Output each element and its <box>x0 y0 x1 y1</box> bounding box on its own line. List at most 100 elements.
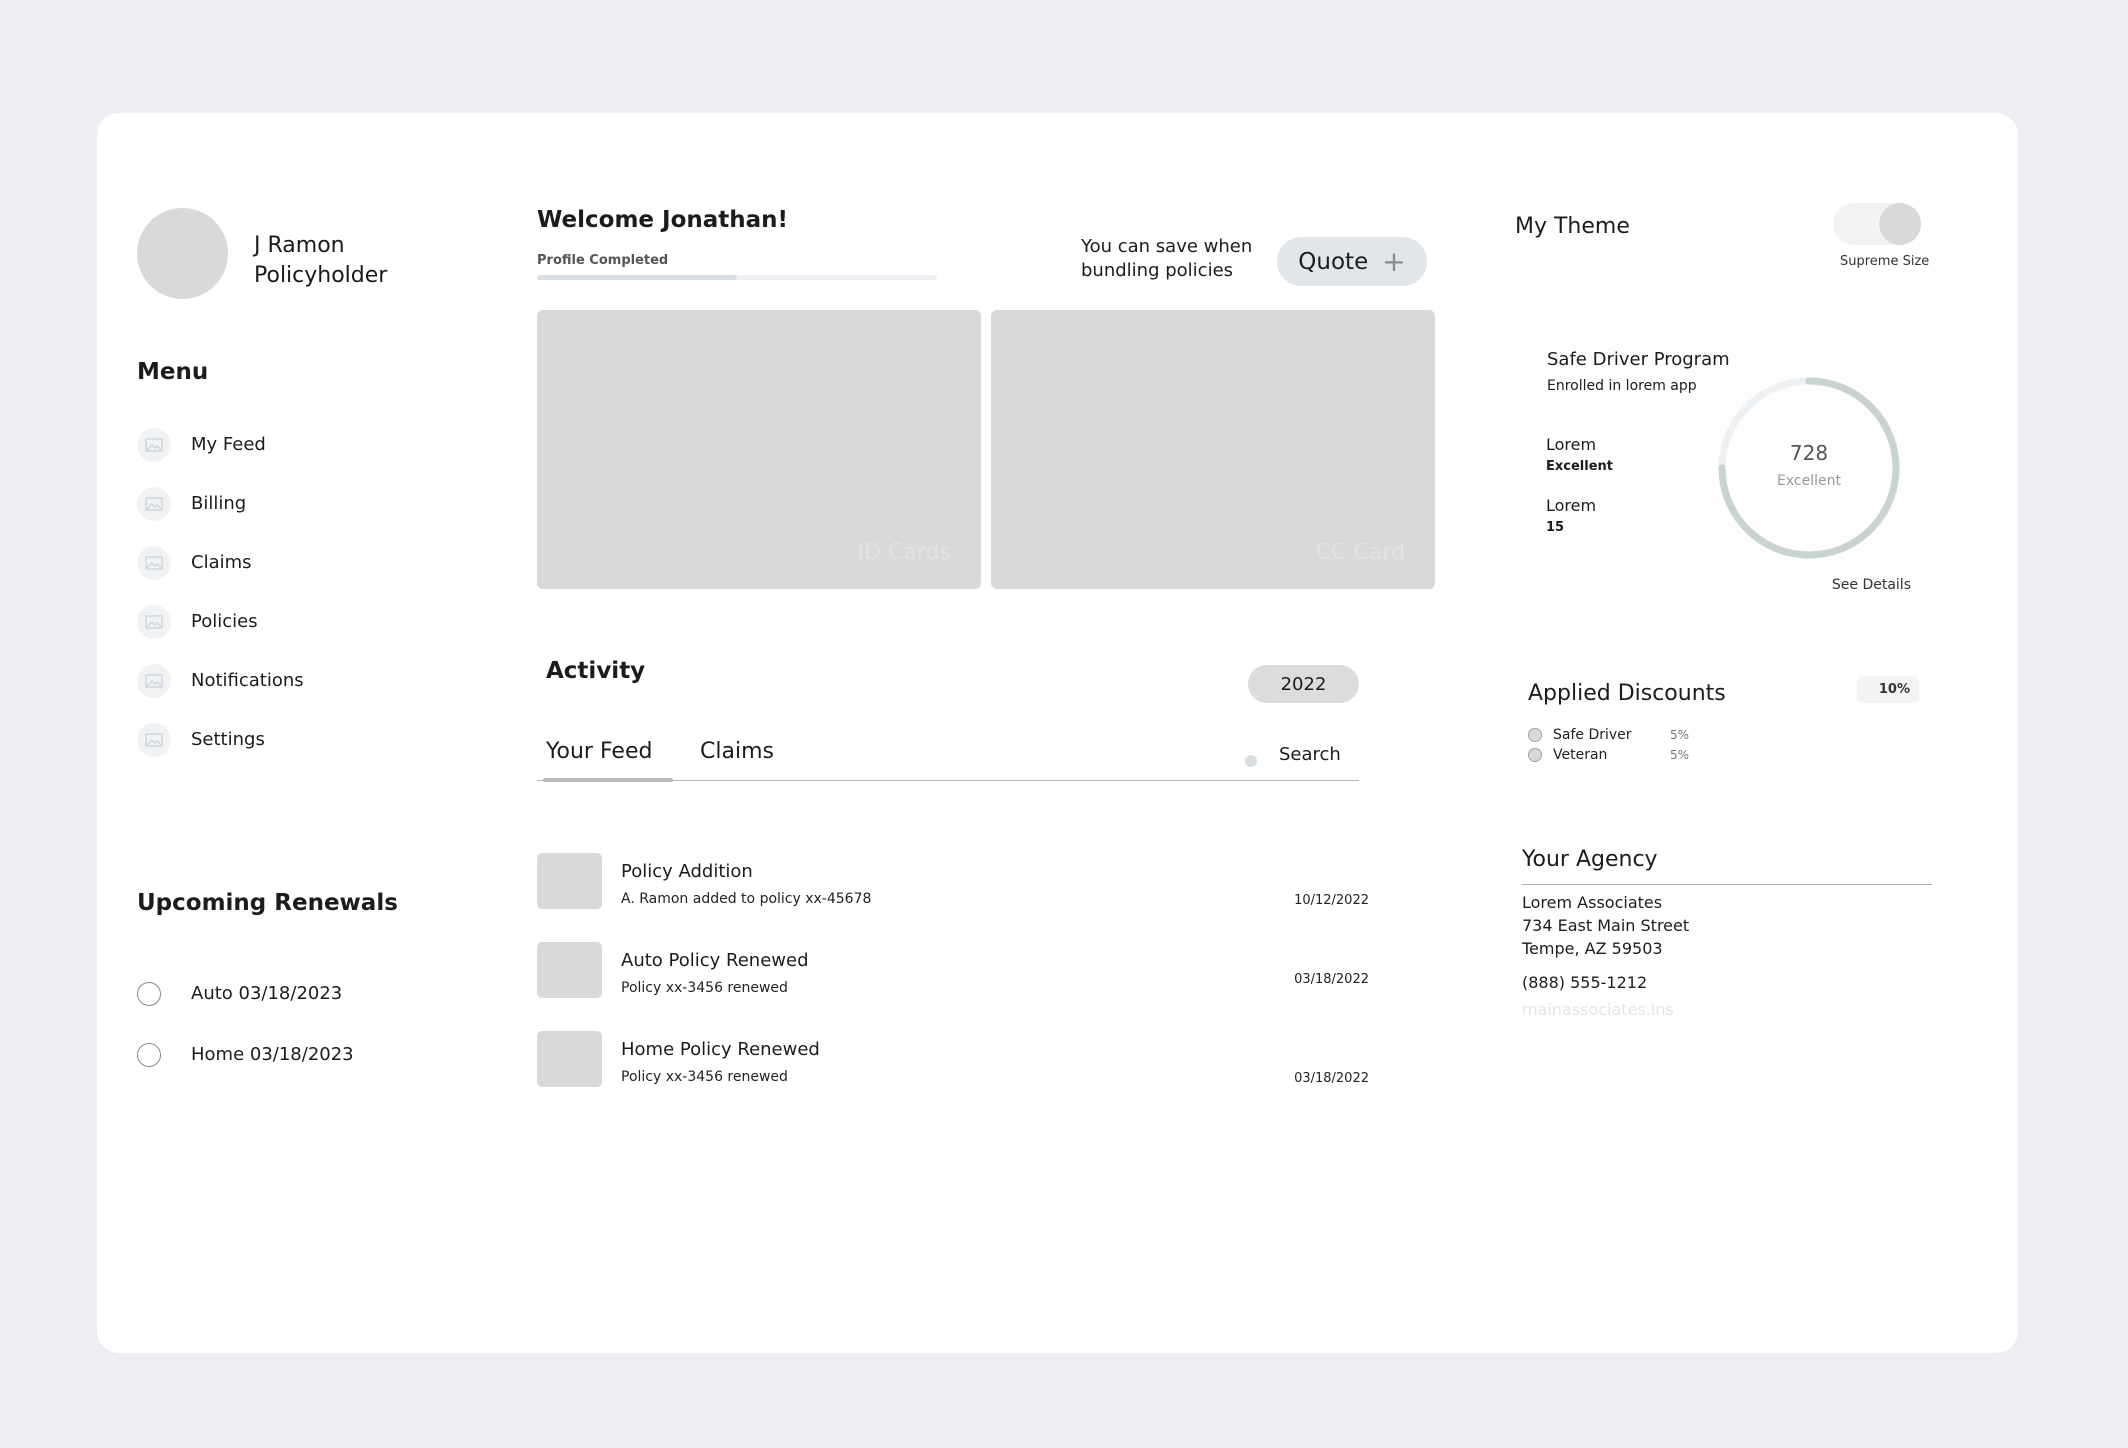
search-button[interactable]: Search <box>1279 744 1341 765</box>
discount-percent: 5% <box>1670 748 1690 762</box>
stat-label: Lorem <box>1546 435 1597 454</box>
renewal-radio[interactable] <box>137 981 161 1006</box>
menu-item-label: Notifications <box>191 670 304 691</box>
profile-role: Policyholder <box>254 263 388 288</box>
search-icon[interactable] <box>1245 755 1257 767</box>
welcome-title: Welcome Jonathan! <box>537 207 789 233</box>
feed-item[interactable]: Home Policy Renewed Policy xx-3456 renew… <box>537 1031 1369 1120</box>
progress-fill <box>537 275 737 280</box>
menu-item-claims[interactable]: Claims <box>137 533 437 592</box>
feed-item[interactable]: Auto Policy Renewed Policy xx-3456 renew… <box>537 942 1369 1031</box>
menu-item-settings[interactable]: Settings <box>137 710 437 769</box>
feed-thumbnail <box>537 942 602 998</box>
agency-phone[interactable]: (888) 555-1212 <box>1522 973 1647 992</box>
stat-value: Excellent <box>1546 459 1613 474</box>
feed-item[interactable]: Policy Addition A. Ramon added to policy… <box>537 853 1369 942</box>
discount-dot <box>1528 748 1542 762</box>
agency-city: Tempe, AZ 59503 <box>1522 939 1663 958</box>
discount-total-badge: 10% <box>1857 676 1919 703</box>
discount-percent: 5% <box>1670 728 1690 742</box>
feed-title: Home Policy Renewed <box>621 1039 820 1060</box>
tab-your-feed[interactable]: Your Feed <box>546 739 652 764</box>
safe-driver-subtitle: Enrolled in lorem app <box>1547 378 1697 394</box>
quote-label: Quote <box>1298 248 1369 275</box>
bundle-text: You can save when bundling policies <box>1081 236 1253 281</box>
agency-street: 734 East Main Street <box>1522 916 1690 935</box>
activity-tabs: Your Feed Claims Search <box>537 733 1359 782</box>
safe-driver-title: Safe Driver Program <box>1547 349 1730 370</box>
menu-item-label: My Feed <box>191 434 266 455</box>
image-icon <box>137 545 171 580</box>
image-icon <box>137 427 171 462</box>
menu-item-label: Billing <box>191 493 247 514</box>
image-icon <box>137 486 171 521</box>
menu-item-label: Policies <box>191 611 258 632</box>
feed-subtitle: Policy xx-3456 renewed <box>621 980 788 996</box>
plus-icon: + <box>1382 244 1406 278</box>
feed-date: 03/18/2022 <box>1294 972 1369 987</box>
year-selector[interactable]: 2022 <box>1248 665 1359 703</box>
profile-progress-bar <box>537 275 937 280</box>
stat-label: Lorem <box>1546 496 1597 515</box>
see-details-link[interactable]: See Details <box>1832 577 1911 593</box>
feed-subtitle: Policy xx-3456 renewed <box>621 1069 788 1085</box>
discount-dot <box>1528 728 1542 742</box>
menu-heading: Menu <box>137 359 209 385</box>
discount-name: Veteran <box>1553 747 1608 763</box>
menu-item-my-feed[interactable]: My Feed <box>137 415 437 474</box>
card-label: ID Cards <box>857 540 951 565</box>
image-icon <box>137 722 171 757</box>
agency-website-link[interactable]: mainassociates.ins <box>1522 1000 1674 1019</box>
image-icon <box>137 604 171 639</box>
feed-date: 03/18/2022 <box>1294 1071 1369 1086</box>
image-icon <box>137 663 171 698</box>
discounts-heading: Applied Discounts <box>1528 681 1726 706</box>
discount-item: Veteran 5% <box>1528 745 1689 765</box>
driver-score-label: Excellent <box>1777 473 1841 489</box>
menu-item-label: Settings <box>191 729 265 750</box>
renewal-label: Home 03/18/2023 <box>191 1044 354 1065</box>
profile-info: J Ramon Policyholder <box>254 231 387 291</box>
progress-label: Profile Completed <box>537 253 669 268</box>
avatar[interactable] <box>137 208 228 299</box>
theme-label: My Theme <box>1515 214 1630 239</box>
id-cards-card[interactable]: ID Cards <box>537 310 981 589</box>
renewal-item-home[interactable]: Home 03/18/2023 <box>137 1024 354 1085</box>
activity-heading: Activity <box>546 658 646 684</box>
toggle-knob <box>1879 203 1921 245</box>
feed-date: 10/12/2022 <box>1294 893 1369 908</box>
renewal-list: Auto 03/18/2023 Home 03/18/2023 <box>137 963 354 1085</box>
discount-item: Safe Driver 5% <box>1528 725 1689 745</box>
feed-title: Policy Addition <box>621 861 753 882</box>
driver-score: 728 <box>1789 441 1829 465</box>
feed-subtitle: A. Ramon added to policy xx-45678 <box>621 891 872 907</box>
feed-list: Policy Addition A. Ramon added to policy… <box>537 853 1369 1120</box>
menu-list: My Feed Billing Claims Policies Notifica… <box>137 415 437 769</box>
menu-item-label: Claims <box>191 552 252 573</box>
card-label: CC Card <box>1315 540 1405 565</box>
cc-card[interactable]: CC Card <box>991 310 1435 589</box>
discount-list: Safe Driver 5% Veteran 5% <box>1528 725 1689 765</box>
menu-item-billing[interactable]: Billing <box>137 474 437 533</box>
tab-claims[interactable]: Claims <box>700 739 774 764</box>
agency-heading: Your Agency <box>1522 847 1932 885</box>
score-ring <box>1718 377 1900 559</box>
feed-title: Auto Policy Renewed <box>621 950 809 971</box>
quote-button[interactable]: Quote + <box>1277 237 1427 286</box>
safe-driver-card: Safe Driver Program Enrolled in lorem ap… <box>1527 333 1927 603</box>
renewal-item-auto[interactable]: Auto 03/18/2023 <box>137 963 354 1024</box>
theme-toggle[interactable] <box>1833 203 1921 245</box>
feed-thumbnail <box>537 1031 602 1087</box>
feed-thumbnail <box>537 853 602 909</box>
renewal-radio[interactable] <box>137 1042 161 1067</box>
stat-value: 15 <box>1546 520 1565 535</box>
agency-name: Lorem Associates <box>1522 893 1663 912</box>
menu-item-notifications[interactable]: Notifications <box>137 651 437 710</box>
discount-name: Safe Driver <box>1553 727 1632 743</box>
menu-item-policies[interactable]: Policies <box>137 592 437 651</box>
renewals-heading: Upcoming Renewals <box>137 890 398 916</box>
active-tab-indicator <box>543 778 673 782</box>
renewal-label: Auto 03/18/2023 <box>191 983 343 1004</box>
profile-name: J Ramon <box>254 233 345 258</box>
dashboard-card: J Ramon Policyholder Menu My Feed Billin… <box>97 113 2018 1353</box>
